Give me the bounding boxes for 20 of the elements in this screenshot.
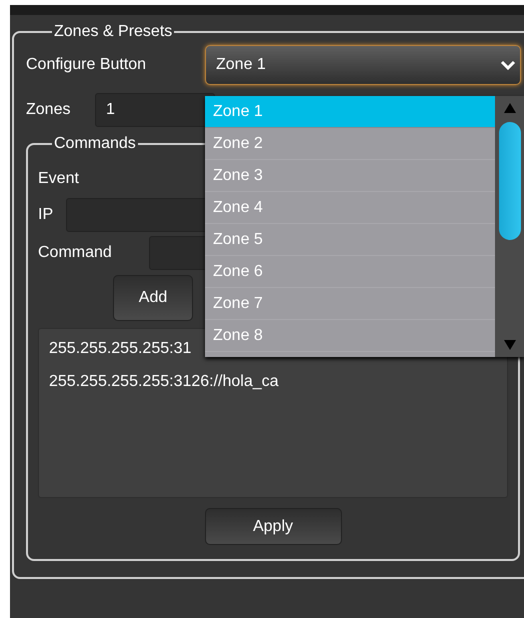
group-title: Zones & Presets bbox=[53, 23, 174, 41]
command-label: Command bbox=[38, 243, 113, 263]
zone-dropdown[interactable]: Zone 1 bbox=[205, 45, 521, 85]
dropdown-option[interactable]: Zone 3 bbox=[205, 160, 495, 192]
configure-button-label: Configure Button bbox=[26, 55, 148, 75]
dropdown-option[interactable]: Zone 8 bbox=[205, 320, 495, 352]
dropdown-option[interactable]: Zone 7 bbox=[205, 288, 495, 320]
dropdown-option[interactable]: Zone 5 bbox=[205, 224, 495, 256]
command-entry[interactable]: 255.255.255.255:3126://hola_ca bbox=[49, 372, 507, 392]
zones-label: Zones bbox=[26, 100, 72, 120]
dropdown-option[interactable]: Zone 6 bbox=[205, 256, 495, 288]
add-button[interactable]: Add bbox=[113, 275, 193, 321]
commands-title: Commands bbox=[53, 135, 137, 153]
dropdown-option[interactable]: Zone 1 bbox=[205, 96, 495, 128]
event-label: Event bbox=[38, 169, 79, 189]
apply-button[interactable]: Apply bbox=[204, 508, 342, 545]
zones-field[interactable]: 1 bbox=[95, 93, 215, 127]
dropdown-option[interactable]: Zone 4 bbox=[205, 192, 495, 224]
dropdown-option[interactable]: Zone 2 bbox=[205, 128, 495, 160]
ip-label: IP bbox=[38, 205, 54, 225]
